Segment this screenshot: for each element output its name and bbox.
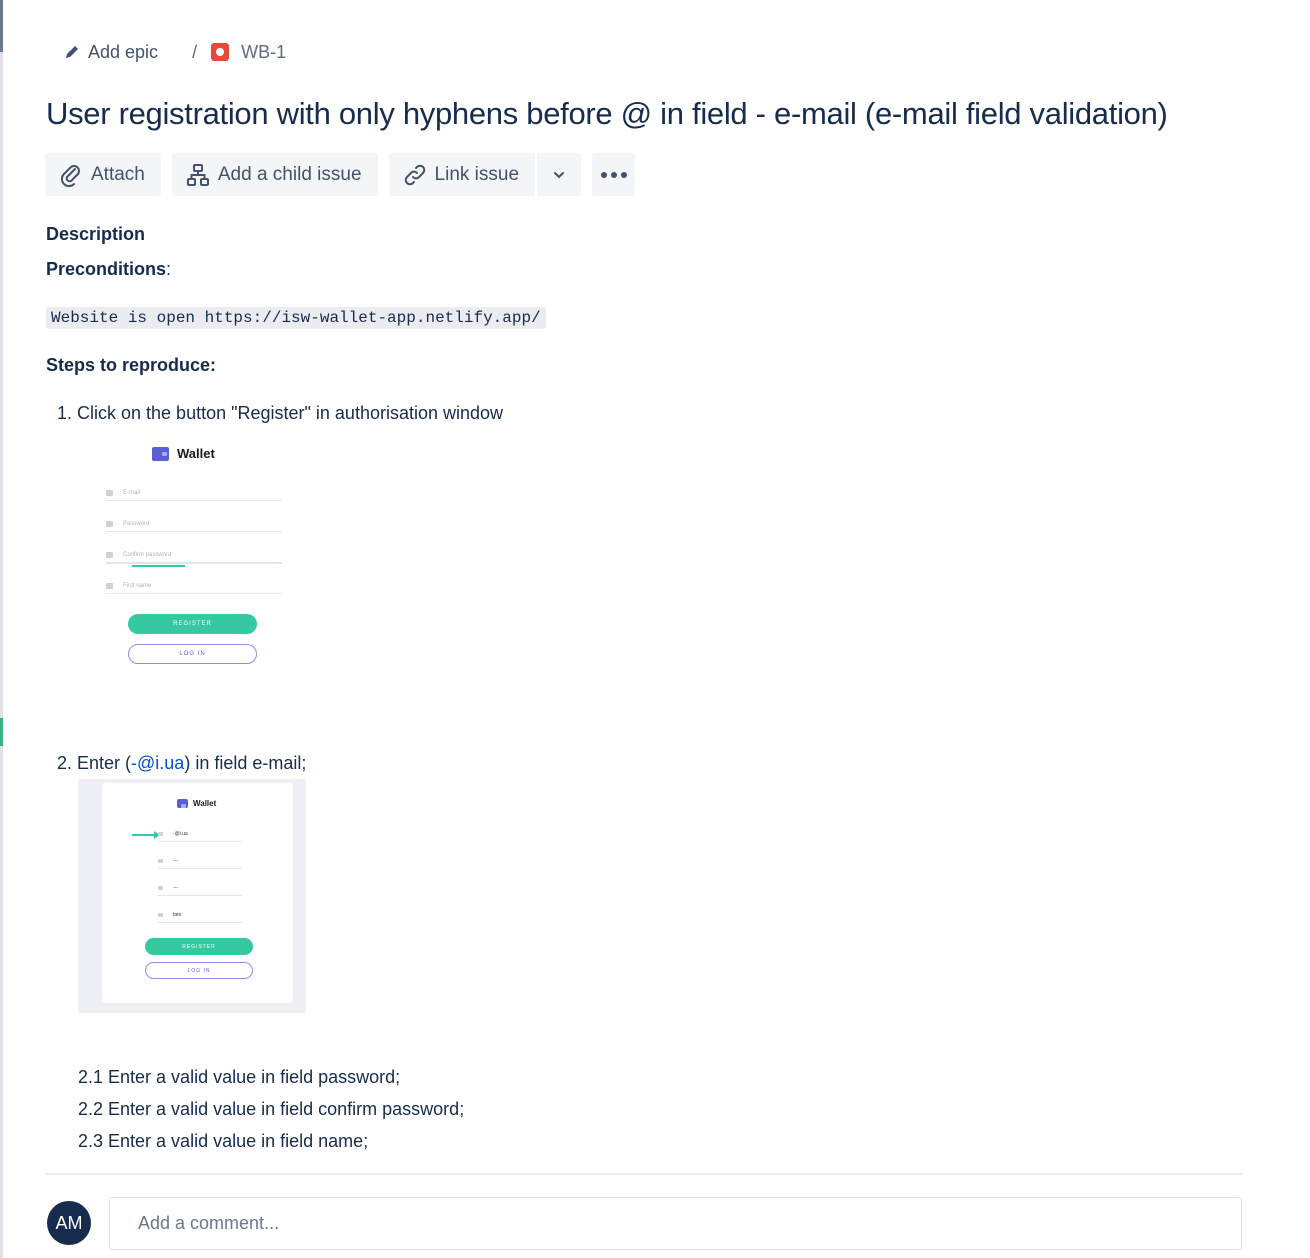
mail-icon bbox=[106, 490, 113, 496]
mock-field-value: ben bbox=[173, 912, 182, 918]
mock-field-label: E-mail bbox=[123, 490, 141, 496]
add-child-label: Add a child issue bbox=[217, 163, 362, 185]
step-2-prefix: 2. Enter ( bbox=[57, 753, 132, 773]
attach-label: Attach bbox=[91, 163, 145, 185]
breadcrumb-separator: / bbox=[192, 41, 198, 62]
lock-icon bbox=[106, 521, 113, 527]
mock-card: Wallet -@i.ua --- --- ben REGISTER LOG I… bbox=[102, 783, 293, 1003]
pencil-icon bbox=[66, 46, 78, 58]
mock-field-value: --- bbox=[173, 858, 178, 864]
rail-mark bbox=[0, 0, 3, 52]
more-icon bbox=[600, 171, 627, 178]
step-2-suffix: ) in field e-mail; bbox=[184, 753, 307, 773]
mock-field-confirm-password: --- bbox=[158, 881, 242, 896]
bug-icon bbox=[211, 43, 230, 61]
mock-field-password: Password bbox=[106, 517, 282, 532]
link-issue-split-button: Link issue bbox=[388, 153, 582, 196]
steps-heading: Steps to reproduce: bbox=[46, 355, 217, 375]
mock-field-first-name: First name bbox=[106, 579, 282, 594]
preconditions-line: Preconditions: bbox=[46, 259, 171, 280]
register-screenshot-2[interactable]: Wallet -@i.ua --- --- ben REGISTER LOG I… bbox=[78, 779, 306, 1013]
link-icon bbox=[404, 164, 425, 185]
hierarchy-icon bbox=[186, 163, 209, 186]
register-screenshot-1[interactable]: Wallet E-mail Password Confirm password … bbox=[100, 438, 300, 678]
rail-mark bbox=[0, 718, 3, 746]
link-issue-dropdown[interactable] bbox=[535, 153, 581, 196]
mock-field-password: --- bbox=[158, 854, 242, 869]
mock-field-email: -@i.ua bbox=[158, 827, 242, 842]
left-rail bbox=[0, 0, 3, 1258]
user-icon bbox=[158, 913, 163, 917]
wallet-icon bbox=[177, 799, 188, 808]
mock-field-value: -@i.ua bbox=[173, 831, 188, 837]
sub-step: 2.1 Enter a valid value in field passwor… bbox=[78, 1067, 401, 1087]
paperclip-icon bbox=[60, 164, 80, 187]
breadcrumb: Add epic / WB-1 bbox=[64, 40, 286, 64]
lock-icon bbox=[158, 859, 163, 863]
wallet-logo-text: Wallet bbox=[177, 446, 215, 461]
mock-register-button: REGISTER bbox=[128, 614, 257, 634]
chevron-down-icon bbox=[554, 171, 565, 178]
add-child-issue-button[interactable]: Add a child issue bbox=[171, 153, 378, 196]
preconditions-colon: : bbox=[166, 259, 172, 279]
lock-icon bbox=[158, 886, 163, 890]
issue-title[interactable]: User registration with only hyphens befo… bbox=[46, 96, 1168, 132]
description-heading: Description bbox=[46, 224, 146, 244]
sub-step: 2.2 Enter a valid value in field confirm… bbox=[78, 1099, 465, 1119]
mock-field-label: Password bbox=[123, 521, 150, 527]
mock-field-first-name: ben bbox=[158, 908, 242, 923]
avatar[interactable]: AM bbox=[47, 1201, 91, 1245]
arrow-icon bbox=[132, 834, 156, 836]
email-example-link[interactable]: -@i.ua bbox=[131, 753, 184, 773]
user-icon bbox=[106, 583, 113, 589]
link-issue-button[interactable]: Link issue bbox=[389, 153, 536, 196]
add-epic-label: Add epic bbox=[88, 41, 159, 62]
issue-key: WB-1 bbox=[241, 41, 287, 62]
mail-icon bbox=[158, 832, 163, 836]
mock-login-button: LOG IN bbox=[145, 962, 253, 979]
preconditions-label: Preconditions bbox=[46, 259, 167, 279]
code-snippet: Website is open https://isw-wallet-app.n… bbox=[46, 307, 546, 329]
issue-key-link[interactable]: WB-1 bbox=[211, 42, 286, 63]
mock-field-label: First name bbox=[123, 583, 152, 589]
more-actions-button[interactable] bbox=[592, 153, 636, 196]
attach-button[interactable]: Attach bbox=[45, 153, 161, 196]
mock-field-confirm-password: Confirm password bbox=[106, 548, 282, 564]
wallet-logo: Wallet bbox=[177, 799, 216, 808]
mock-register-button: REGISTER bbox=[145, 938, 253, 955]
sub-step: 2.3 Enter a valid value in field name; bbox=[78, 1131, 369, 1151]
password-strength-bar bbox=[132, 565, 185, 567]
link-issue-label: Link issue bbox=[434, 163, 520, 185]
issue-toolbar: Attach Add a child issue Link issue bbox=[45, 153, 636, 196]
step-2: 2. Enter (-@i.ua) in field e-mail; bbox=[57, 753, 306, 774]
wallet-logo-text: Wallet bbox=[193, 799, 217, 808]
mock-login-button: LOG IN bbox=[128, 644, 257, 664]
mock-field-email: E-mail bbox=[106, 486, 282, 501]
step-1: 1. Click on the button "Register" in aut… bbox=[57, 403, 504, 423]
add-epic-link[interactable]: Add epic bbox=[64, 42, 158, 63]
mock-field-label: Confirm password bbox=[123, 552, 172, 558]
comment-input[interactable]: Add a comment... bbox=[109, 1197, 1242, 1250]
wallet-icon bbox=[152, 446, 169, 461]
mock-field-value: --- bbox=[173, 885, 178, 891]
lock-icon bbox=[106, 552, 113, 558]
comment-divider bbox=[45, 1173, 1242, 1175]
wallet-logo: Wallet bbox=[152, 446, 215, 461]
